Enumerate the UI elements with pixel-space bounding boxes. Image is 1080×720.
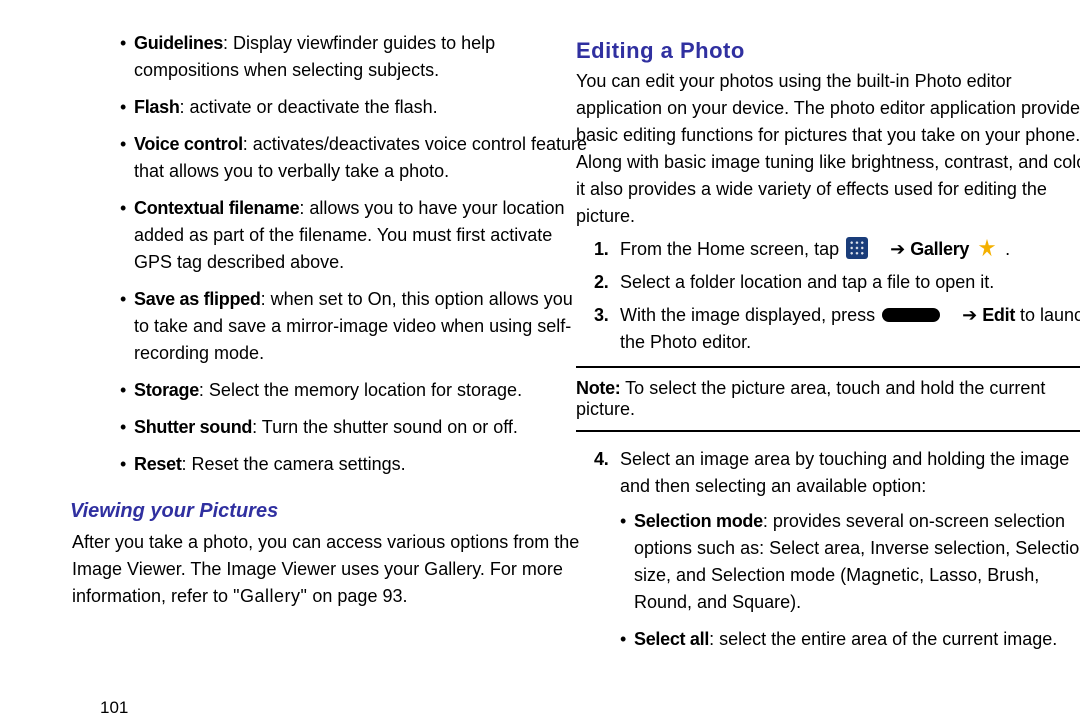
editing-intro: You can edit your photos using the built… xyxy=(576,68,1080,230)
apps-icon xyxy=(846,237,868,259)
bullet-desc: : Select the memory location for storage… xyxy=(199,380,522,400)
editing-steps: From the Home screen, tap ➔ Gallery . Se… xyxy=(594,236,1080,356)
bullet-term: Contextual filename xyxy=(134,198,299,218)
bullet-term: Shutter sound xyxy=(134,417,252,437)
step-1: From the Home screen, tap ➔ Gallery . xyxy=(594,236,1080,263)
step-4-text: Select an image area by touching and hol… xyxy=(620,449,1069,496)
gallery-label: Gallery xyxy=(910,239,969,259)
bullet-flash: Flash: activate or deactivate the flash. xyxy=(120,94,590,121)
step-2-text: Select a folder location and tap a file … xyxy=(620,272,994,292)
gallery-icon xyxy=(976,237,998,259)
bullet-save-as-flipped: Save as flipped: when set to On, this op… xyxy=(120,286,590,367)
bullet-voice-control: Voice control: activates/deactivates voi… xyxy=(120,131,590,185)
gallery-cross-ref: "Gallery" xyxy=(233,586,307,606)
settings-bullet-list: Guidelines: Display viewfinder guides to… xyxy=(120,30,590,478)
step-3: With the image displayed, press ➔ Edit t… xyxy=(594,302,1080,356)
note-label: Note: xyxy=(576,378,621,398)
bullet-guidelines: Guidelines: Display viewfinder guides to… xyxy=(120,30,590,84)
note-block: Note: To select the picture area, touch … xyxy=(576,366,1080,432)
step-4: Select an image area by touching and hol… xyxy=(594,446,1080,653)
bullet-desc: : Turn the shutter sound on or off. xyxy=(252,417,518,437)
viewing-text-b: on page 93. xyxy=(312,586,407,606)
edit-label: Edit xyxy=(982,305,1015,325)
bullet-contextual-filename: Contextual filename: allows you to have … xyxy=(120,195,590,276)
bullet-term: Select all xyxy=(634,629,709,649)
bullet-term: Voice control xyxy=(134,134,243,154)
bullet-term: Reset xyxy=(134,454,182,474)
step-1-end: . xyxy=(1000,239,1010,259)
bullet-term: Selection mode xyxy=(634,511,763,531)
bullet-storage: Storage: Select the memory location for … xyxy=(120,377,590,404)
heading-editing: Editing a Photo xyxy=(576,38,1080,64)
note-text: To select the picture area, touch and ho… xyxy=(576,378,1045,419)
bullet-term: Guidelines xyxy=(134,33,223,53)
left-column: Guidelines: Display viewfinder guides to… xyxy=(100,30,590,616)
bullet-desc: : activate or deactivate the flash. xyxy=(180,97,438,117)
sub-bullet-selection-mode: Selection mode: provides several on-scre… xyxy=(620,508,1080,616)
menu-key-icon xyxy=(882,308,940,322)
sub-heading-viewing: Viewing your Pictures xyxy=(70,500,590,523)
page-number: 101 xyxy=(100,698,128,718)
bullet-term: Flash xyxy=(134,97,180,117)
bullet-reset: Reset: Reset the camera settings. xyxy=(120,451,590,478)
bullet-term: Save as flipped xyxy=(134,289,261,309)
bullet-shutter-sound: Shutter sound: Turn the shutter sound on… xyxy=(120,414,590,441)
viewing-paragraph: After you take a photo, you can access v… xyxy=(72,529,590,610)
step-2: Select a folder location and tap a file … xyxy=(594,269,1080,296)
sub-bullet-select-all: Select all: select the entire area of th… xyxy=(620,626,1080,653)
bullet-desc: : Reset the camera settings. xyxy=(182,454,406,474)
step-4-sublist: Selection mode: provides several on-scre… xyxy=(620,508,1080,653)
step-3-text-a: With the image displayed, press xyxy=(620,305,880,325)
bullet-term: Storage xyxy=(134,380,199,400)
editing-steps-cont: Select an image area by touching and hol… xyxy=(594,446,1080,653)
manual-page: Guidelines: Display viewfinder guides to… xyxy=(0,0,1080,720)
step-1-text-a: From the Home screen, tap xyxy=(620,239,844,259)
right-column: Editing a Photo You can edit your photos… xyxy=(576,30,1080,663)
bullet-desc: : select the entire area of the current … xyxy=(709,629,1057,649)
